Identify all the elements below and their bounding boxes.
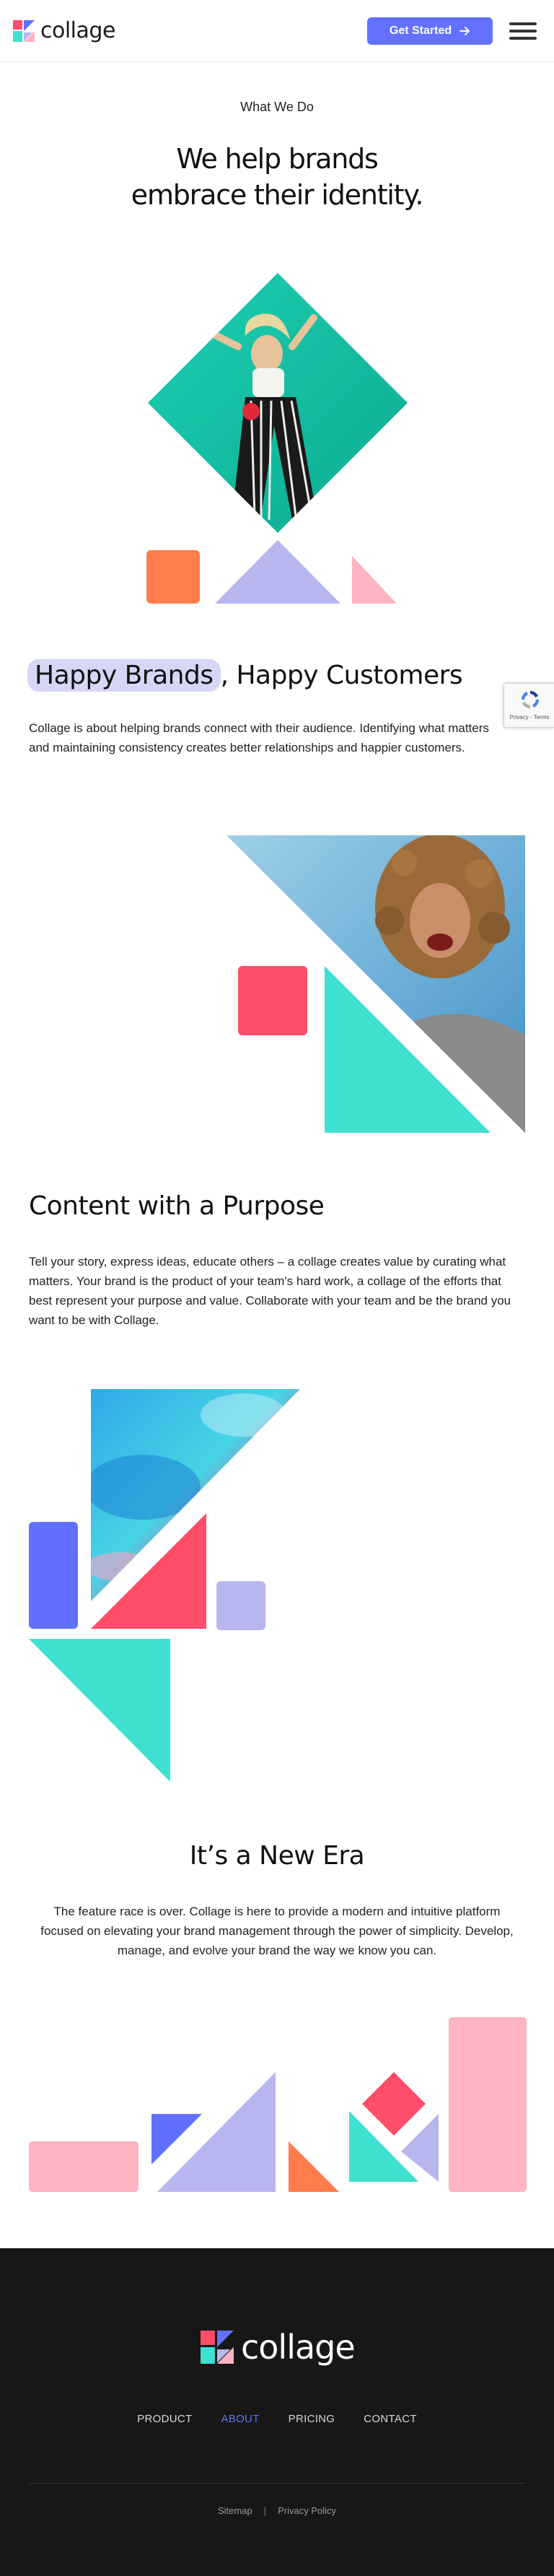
happy-brands-body: Collage is about helping brands connect … bbox=[29, 721, 489, 754]
site-header: collage Get Started bbox=[0, 0, 554, 62]
hero-title-line1: We help brands bbox=[176, 143, 378, 175]
era-collage bbox=[29, 2017, 527, 2192]
footer-nav-product[interactable]: PRODUCT bbox=[123, 2413, 206, 2425]
happy-brands-highlight: Happy Brands bbox=[27, 659, 221, 692]
content-purpose-body: Tell your story, express ideas, educate … bbox=[29, 1255, 511, 1327]
privacy-policy-link[interactable]: Privacy Policy bbox=[278, 2505, 336, 2516]
logo[interactable]: collage bbox=[13, 18, 115, 43]
happy-collage bbox=[227, 835, 525, 1133]
get-started-label: Get Started bbox=[389, 25, 452, 37]
footer-nav-about[interactable]: ABOUT bbox=[206, 2413, 273, 2425]
footer-divider bbox=[29, 2483, 525, 2484]
pink-tall-bar bbox=[449, 2017, 527, 2192]
get-started-button[interactable]: Get Started bbox=[367, 17, 493, 45]
pink-bar-left bbox=[29, 2141, 138, 2192]
coral-square bbox=[238, 966, 307, 1035]
teal-triangle-large bbox=[29, 1639, 170, 1782]
sitemap-link[interactable]: Sitemap bbox=[218, 2505, 252, 2516]
new-era-body: The feature race is over. Collage is her… bbox=[40, 1905, 514, 1957]
footer-logo[interactable]: collage bbox=[201, 2328, 356, 2367]
content-collage bbox=[29, 1389, 300, 1782]
footer-links: Sitemap | Privacy Policy bbox=[0, 2505, 554, 2516]
lavender-triangle bbox=[215, 540, 340, 604]
coral-diamond bbox=[362, 2072, 426, 2136]
footer-link-separator: | bbox=[263, 2505, 267, 2516]
orange-square bbox=[146, 550, 200, 604]
footer-nav: PRODUCT ABOUT PRICING CONTACT bbox=[0, 2413, 554, 2425]
hero-collage bbox=[146, 273, 408, 604]
footer-nav-contact[interactable]: CONTACT bbox=[349, 2413, 431, 2425]
recaptcha-text: Privacy - Terms bbox=[509, 714, 550, 721]
recaptcha-icon bbox=[521, 690, 540, 709]
footer-logo-text: collage bbox=[241, 2328, 356, 2367]
recaptcha-badge[interactable]: Privacy - Terms bbox=[504, 683, 554, 728]
footer-nav-pricing[interactable]: PRICING bbox=[274, 2413, 350, 2425]
logo-text: collage bbox=[40, 18, 115, 43]
content-purpose-heading: Content with a Purpose bbox=[29, 1191, 325, 1221]
woman-photo-diamond bbox=[148, 273, 408, 533]
new-era-heading: It’s a New Era bbox=[189, 1841, 365, 1871]
hero-title: We help brands embrace their identity. bbox=[0, 141, 554, 213]
happy-customers-text: , Happy Customers bbox=[220, 661, 463, 690]
orange-triangle bbox=[289, 2141, 339, 2192]
happy-brands-heading: Happy Brands, Happy Customers bbox=[27, 659, 463, 692]
blue-bar bbox=[29, 1522, 78, 1629]
arrow-right-icon bbox=[460, 27, 470, 35]
collage-logo-icon bbox=[201, 2331, 234, 2364]
section-eyebrow: What We Do bbox=[240, 100, 314, 114]
hamburger-menu-icon[interactable] bbox=[509, 20, 537, 42]
hero-title-line2: embrace their identity. bbox=[131, 179, 424, 211]
pink-triangle bbox=[352, 556, 397, 604]
collage-logo-icon bbox=[13, 19, 35, 42]
site-footer: collage PRODUCT ABOUT PRICING CONTACT Si… bbox=[0, 2248, 554, 2576]
lavender-square bbox=[216, 1581, 265, 1630]
